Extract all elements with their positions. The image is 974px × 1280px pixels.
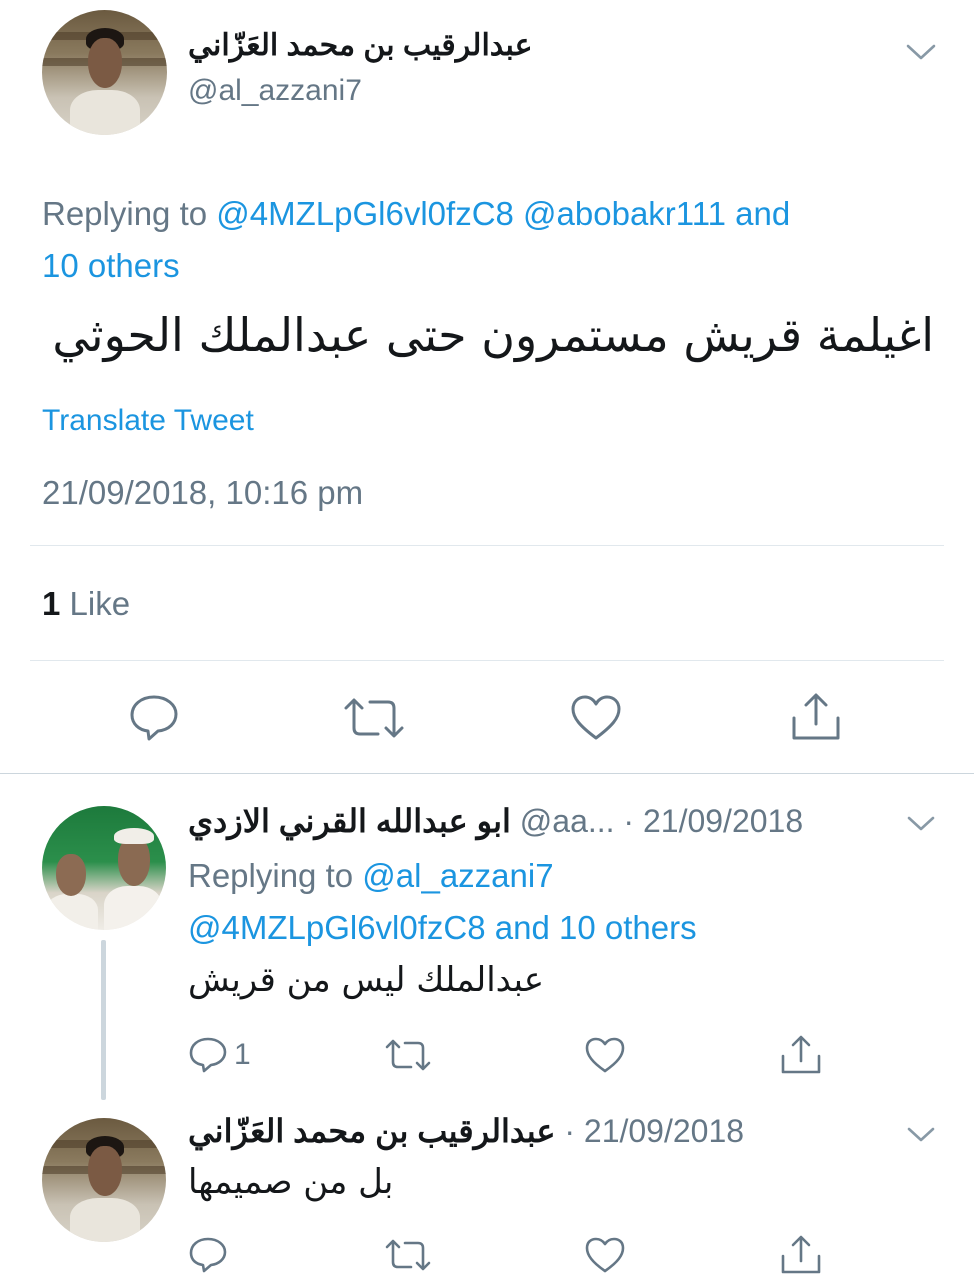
reply-handle[interactable]: @aa... bbox=[520, 803, 615, 839]
replying-prefix: Replying to bbox=[188, 857, 354, 894]
reply-header: ابو عبدالله القرني الازدي @aa... · 21/09… bbox=[188, 802, 803, 840]
replying-prefix: Replying to bbox=[42, 195, 208, 232]
reply-display-name[interactable]: عبدالرقيب بن محمد العَزّاني bbox=[188, 1113, 555, 1149]
share-icon[interactable] bbox=[780, 1234, 822, 1276]
divider bbox=[30, 660, 944, 661]
section-divider bbox=[0, 773, 974, 774]
chevron-down-icon[interactable] bbox=[906, 1126, 936, 1144]
replying-to: Replying to @4MZLpGl6vl0fzC8 @abobakr111… bbox=[42, 188, 922, 292]
replying-others[interactable]: 10 others bbox=[42, 247, 180, 284]
reply-text: بل من صميمها bbox=[188, 1162, 394, 1202]
reply-text: عبدالملك ليس من قريش bbox=[188, 960, 545, 1000]
author-display-name[interactable]: عبدالرقيب بن محمد العَزّاني bbox=[188, 28, 533, 63]
reply-icon[interactable] bbox=[188, 1236, 228, 1274]
retweet-icon[interactable] bbox=[342, 696, 406, 740]
share-icon[interactable] bbox=[790, 692, 842, 742]
author-handle[interactable]: @al_azzani7 bbox=[188, 74, 362, 108]
divider bbox=[30, 545, 944, 546]
retweet-icon[interactable] bbox=[384, 1038, 432, 1072]
like-icon[interactable] bbox=[570, 694, 622, 742]
reply-icon[interactable] bbox=[188, 1036, 228, 1074]
reply-date[interactable]: · 21/09/2018 bbox=[564, 1113, 744, 1149]
replying-user[interactable]: @al_azzani7 bbox=[362, 857, 553, 894]
reply-header: عبدالرقيب بن محمد العَزّاني · 21/09/2018 bbox=[188, 1112, 744, 1150]
reply-display-name[interactable]: ابو عبدالله القرني الازدي bbox=[188, 803, 511, 839]
reply-avatar[interactable] bbox=[42, 806, 166, 930]
tweet-timestamp: 21/09/2018, 10:16 pm bbox=[42, 474, 364, 511]
like-count: 1 bbox=[42, 585, 61, 622]
reply-replying-to: Replying to @al_azzani7 @4MZLpGl6vl0fzC8… bbox=[188, 850, 928, 954]
replying-others[interactable]: @4MZLpGl6vl0fzC8 and 10 others bbox=[188, 909, 697, 946]
translate-tweet-link[interactable]: Translate Tweet bbox=[42, 404, 254, 438]
replying-users[interactable]: @4MZLpGl6vl0fzC8 @abobakr111 and bbox=[216, 195, 790, 232]
retweet-icon[interactable] bbox=[384, 1238, 432, 1272]
thread-line bbox=[101, 940, 106, 1100]
like-icon[interactable] bbox=[584, 1036, 626, 1074]
tweet-text: اغيلمة قريش مستمرون حتى عبدالملك الحوثي bbox=[52, 308, 934, 362]
reply-icon[interactable] bbox=[128, 693, 180, 743]
like-icon[interactable] bbox=[584, 1236, 626, 1274]
chevron-down-icon[interactable] bbox=[905, 42, 937, 62]
reply-avatar[interactable] bbox=[42, 1118, 166, 1242]
like-stat[interactable]: 1 Like bbox=[42, 585, 130, 623]
reply-date[interactable]: · 21/09/2018 bbox=[623, 803, 803, 839]
avatar[interactable] bbox=[42, 10, 167, 135]
share-icon[interactable] bbox=[780, 1034, 822, 1076]
reply-count: 1 bbox=[234, 1038, 251, 1071]
like-label: Like bbox=[69, 585, 131, 622]
chevron-down-icon[interactable] bbox=[906, 815, 936, 833]
